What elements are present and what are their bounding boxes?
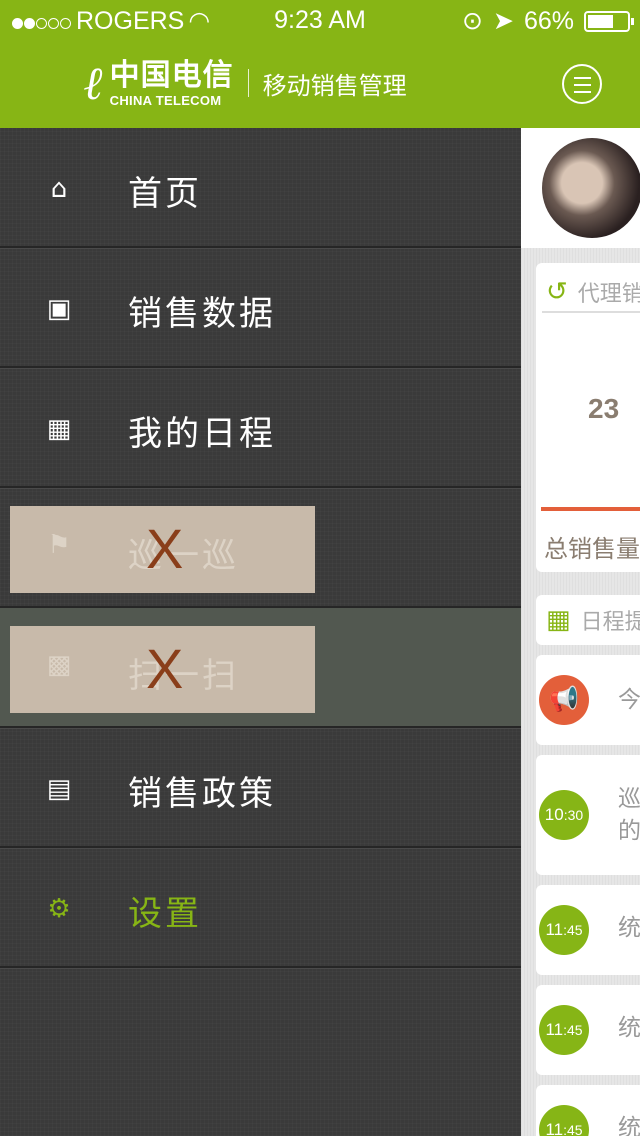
profile-header	[521, 128, 640, 248]
rotation-lock-icon: ⊙	[462, 7, 483, 35]
battery-icon	[584, 10, 634, 32]
location-icon: ➤	[493, 7, 514, 35]
menu-label: 销售政策	[128, 774, 276, 814]
progress-bar	[541, 507, 640, 511]
menu-label: 巡一巡	[128, 536, 239, 576]
logo-en: CHINA TELECOM	[109, 92, 222, 108]
side-menu: ⌂ 首页 ▣ 销售数据 ▦ 我的日程 ⚑ 巡一巡 X ▩ 扫一扫 X ▤ 销售政策 ⚙ 设置	[0, 128, 521, 1136]
hour: 10	[544, 805, 564, 824]
avatar[interactable]	[542, 138, 640, 238]
megaphone-icon: 📢	[539, 675, 589, 725]
history-icon: ↺	[546, 277, 568, 307]
main-content: ↺ 代理销 23 总销售量 ▦ 日程提 📢 今 10:30 巡的 11:45 统 11:4…	[521, 128, 640, 1136]
sales-value: 23	[588, 393, 620, 424]
menu-item-settings[interactable]: ⚙ 设置	[0, 848, 521, 968]
menu-label: 扫一扫	[128, 656, 239, 696]
menu-item-sales-policy[interactable]: ▤ 销售政策	[0, 728, 521, 848]
menu-item-schedule[interactable]: ▦ 我的日程	[0, 368, 521, 488]
home-icon: ⌂	[50, 174, 68, 204]
menu-item-scan: ▩ 扫一扫 X	[0, 608, 521, 728]
china-telecom-logo: ℓ 中国电信 CHINA TELECOM 移动销售管理	[84, 56, 407, 110]
battery-percent: 66%	[523, 6, 574, 35]
status-bar: ROGERS ◠ 9:23 AM ⊙ ➤ 66%	[0, 0, 640, 40]
newspaper-icon: ▤	[46, 774, 72, 804]
menu-item-home[interactable]: ⌂ 首页	[0, 128, 521, 248]
item-text: 今	[618, 687, 640, 713]
sales-card[interactable]: ↺ 代理销 23 总销售量	[536, 263, 640, 572]
list-item[interactable]: 📢 今	[536, 655, 640, 745]
minute: :45	[563, 1022, 583, 1038]
item-text: 巡	[618, 786, 640, 812]
minute: :45	[563, 922, 583, 938]
time-badge: 10:30	[539, 790, 589, 840]
time-badge: 11:45	[539, 905, 589, 955]
disabled-x-mark: X	[146, 517, 184, 580]
app-subtitle: 移动销售管理	[262, 71, 407, 100]
hour: 11	[545, 1020, 564, 1039]
logo-cn: 中国电信	[109, 57, 234, 93]
flag-icon: ⚑	[47, 530, 71, 560]
total-sales-label: 总销售量	[544, 535, 640, 563]
menu-label: 设置	[128, 894, 202, 934]
logo-mark: ℓ	[84, 56, 104, 110]
time-badge: 11:45	[539, 1005, 589, 1055]
gear-icon: ⚙	[47, 894, 71, 924]
list-item[interactable]: 10:30 巡的	[536, 755, 640, 875]
menu-label: 销售数据	[128, 294, 276, 334]
minute: :45	[563, 1122, 583, 1136]
app-header: ℓ 中国电信 CHINA TELECOM 移动销售管理	[0, 40, 640, 128]
item-text: 统	[618, 1115, 640, 1136]
divider	[247, 69, 249, 97]
menu-button[interactable]	[562, 64, 602, 104]
calendar-icon: ▦	[46, 414, 72, 444]
list-item[interactable]: 11:45 统	[536, 985, 640, 1075]
sales-card-title: 代理销	[577, 282, 640, 307]
minute: :30	[563, 807, 584, 823]
time-badge: 11:45	[539, 1105, 589, 1136]
item-text: 统	[618, 915, 640, 941]
disabled-x-mark: X	[146, 637, 184, 700]
menu-item-sales-data[interactable]: ▣ 销售数据	[0, 248, 521, 368]
hour: 11	[545, 1120, 564, 1136]
item-text: 统	[618, 1015, 640, 1041]
presentation-icon: ▣	[46, 294, 72, 324]
menu-label: 首页	[128, 174, 202, 214]
schedule-card[interactable]: ▦ 日程提	[536, 595, 640, 645]
menu-item-patrol: ⚑ 巡一巡 X	[0, 488, 521, 608]
list-item[interactable]: 11:45 统	[536, 885, 640, 975]
schedule-card-title: 日程提	[580, 610, 640, 635]
hour: 11	[545, 920, 564, 939]
list-item[interactable]: 11:45 统	[536, 1085, 640, 1136]
item-text: 的	[618, 818, 640, 844]
menu-label: 我的日程	[128, 414, 276, 454]
qr-scan-icon: ▩	[46, 650, 72, 680]
calendar-icon: ▦	[546, 605, 571, 635]
